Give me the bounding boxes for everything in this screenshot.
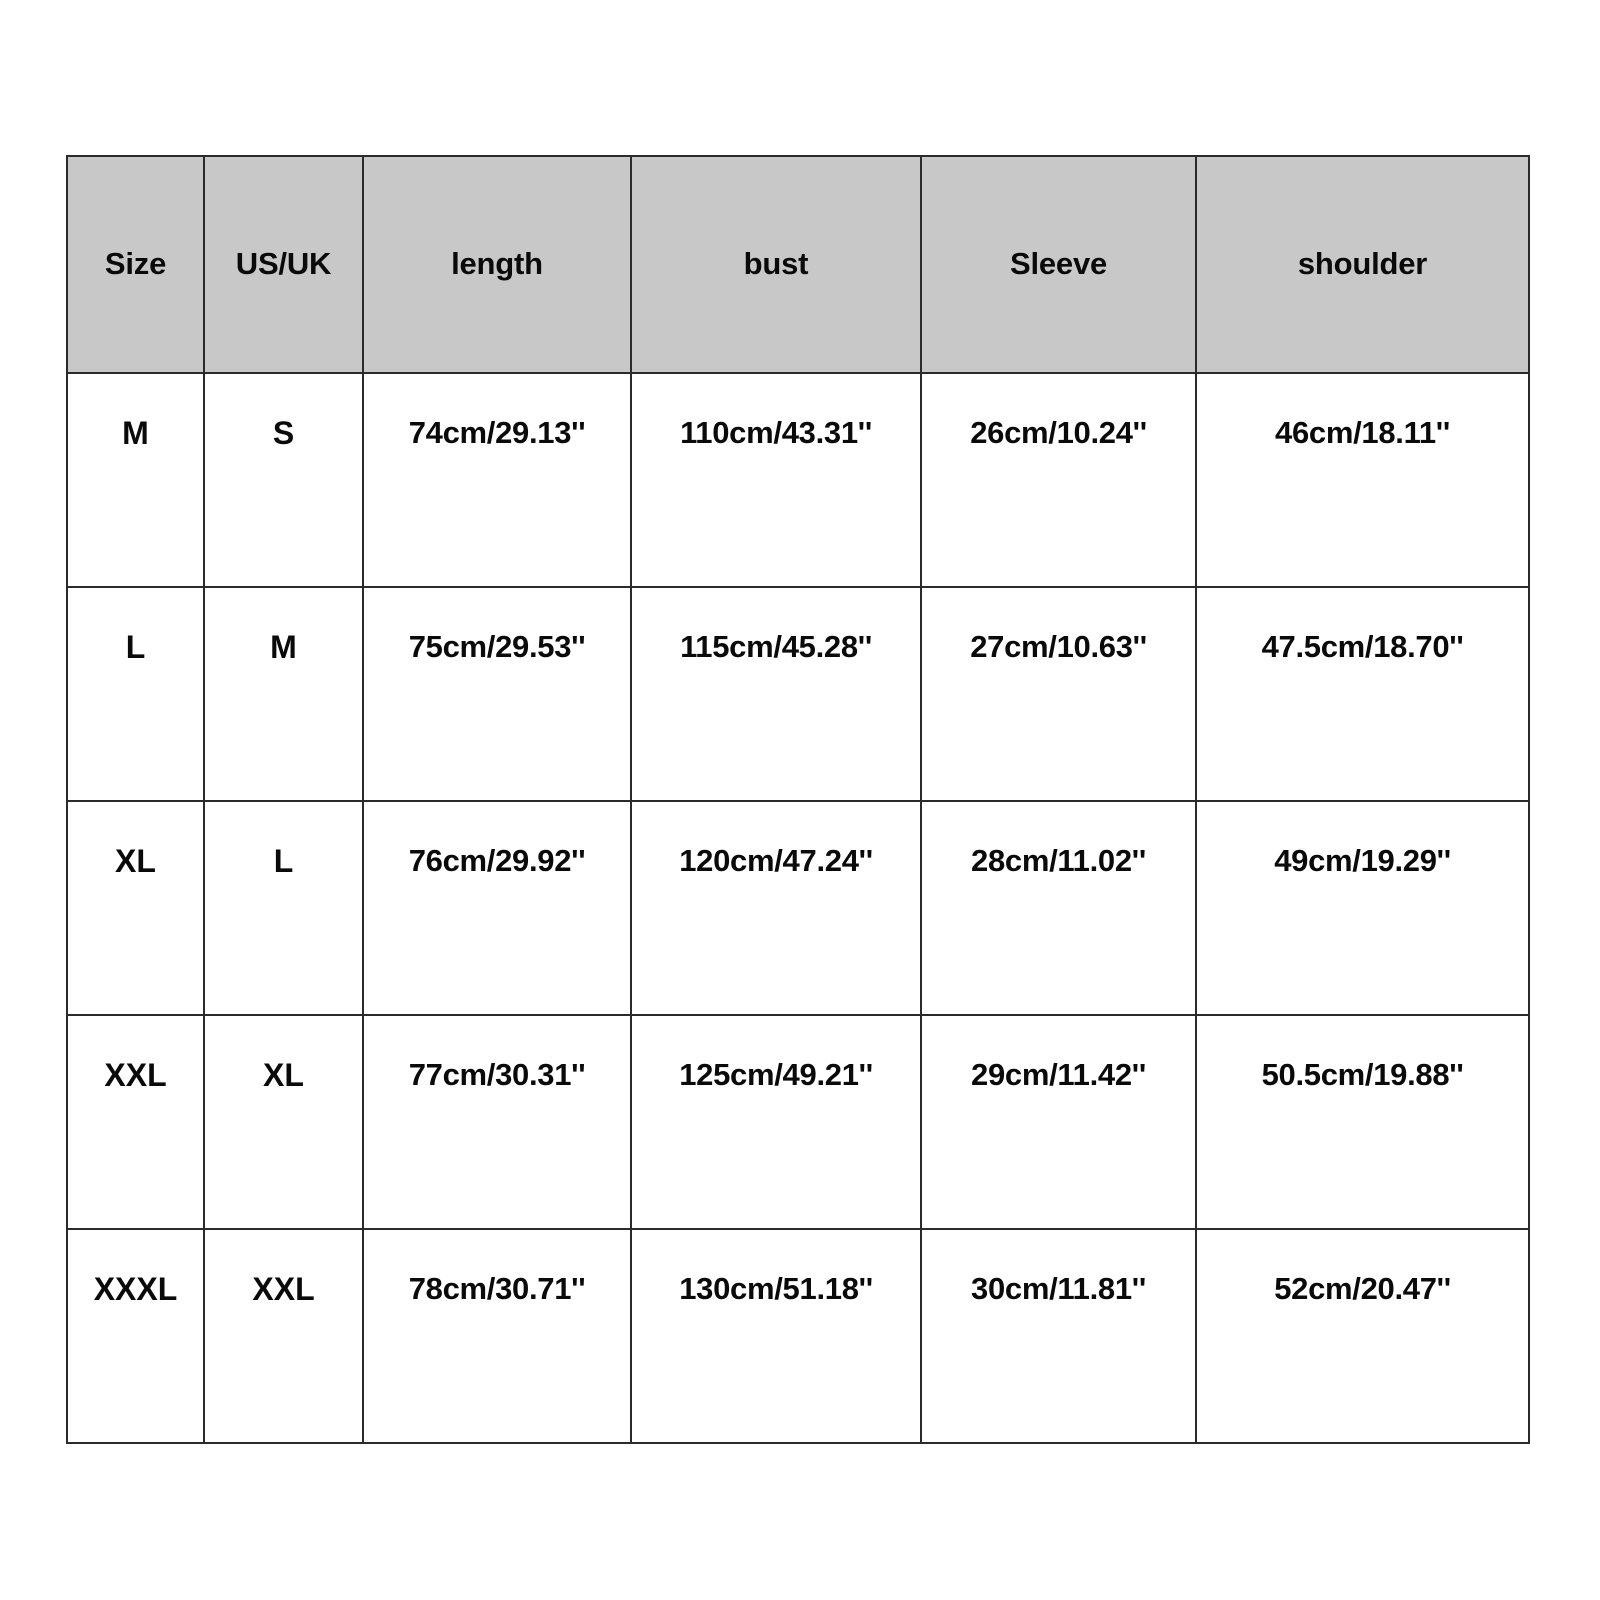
cell-us-uk-value: XL bbox=[263, 1056, 304, 1093]
column-header-size: Size bbox=[66, 155, 205, 374]
cell-size: XXXL bbox=[66, 1228, 205, 1444]
cell-length: 78cm/30.71'' bbox=[362, 1228, 632, 1444]
cell-us-uk-value: M bbox=[270, 628, 297, 665]
table-row: XXXL XXL 78cm/30.71'' 130cm/51.18'' 30cm… bbox=[66, 1228, 1530, 1444]
column-header-us-uk: US/UK bbox=[203, 155, 364, 374]
cell-size-value: L bbox=[125, 628, 146, 665]
header-row: Size US/UK length bust Sleeve shoulder bbox=[66, 155, 1530, 374]
table-row: XL L 76cm/29.92'' 120cm/47.24'' 28cm/11.… bbox=[66, 800, 1530, 1016]
cell-length-value: 78cm/30.71'' bbox=[408, 1271, 586, 1306]
cell-us-uk: XXL bbox=[203, 1228, 364, 1444]
cell-sleeve: 26cm/10.24'' bbox=[920, 372, 1197, 588]
column-header-sleeve-label: Sleeve bbox=[1009, 245, 1108, 281]
cell-shoulder-value: 47.5cm/18.70'' bbox=[1261, 629, 1464, 664]
cell-sleeve: 30cm/11.81'' bbox=[920, 1228, 1197, 1444]
table-row: L M 75cm/29.53'' 115cm/45.28'' 27cm/10.6… bbox=[66, 586, 1530, 802]
cell-us-uk-value: L bbox=[273, 842, 294, 879]
cell-length: 77cm/30.31'' bbox=[362, 1014, 632, 1230]
cell-sleeve: 27cm/10.63'' bbox=[920, 586, 1197, 802]
cell-us-uk: M bbox=[203, 586, 364, 802]
cell-sleeve: 28cm/11.02'' bbox=[920, 800, 1197, 1016]
column-header-sleeve: Sleeve bbox=[920, 155, 1197, 374]
cell-size-value: M bbox=[122, 414, 149, 451]
column-header-us-uk-label: US/UK bbox=[235, 245, 332, 281]
cell-bust: 120cm/47.24'' bbox=[630, 800, 922, 1016]
cell-sleeve: 29cm/11.42'' bbox=[920, 1014, 1197, 1230]
cell-bust: 125cm/49.21'' bbox=[630, 1014, 922, 1230]
cell-shoulder: 47.5cm/18.70'' bbox=[1195, 586, 1530, 802]
cell-bust-value: 130cm/51.18'' bbox=[679, 1271, 873, 1306]
cell-shoulder: 52cm/20.47'' bbox=[1195, 1228, 1530, 1444]
cell-size: L bbox=[66, 586, 205, 802]
cell-bust-value: 115cm/45.28'' bbox=[680, 629, 872, 664]
cell-shoulder: 50.5cm/19.88'' bbox=[1195, 1014, 1530, 1230]
cell-length: 76cm/29.92'' bbox=[362, 800, 632, 1016]
size-chart-page: Size US/UK length bust Sleeve shoulder M… bbox=[0, 0, 1600, 1600]
cell-length: 75cm/29.53'' bbox=[362, 586, 632, 802]
cell-size-value: XL bbox=[115, 842, 156, 879]
cell-size: M bbox=[66, 372, 205, 588]
cell-sleeve-value: 26cm/10.24'' bbox=[970, 415, 1147, 450]
cell-us-uk: S bbox=[203, 372, 364, 588]
cell-shoulder: 46cm/18.11'' bbox=[1195, 372, 1530, 588]
cell-length-value: 77cm/30.31'' bbox=[408, 1057, 586, 1092]
cell-us-uk-value: S bbox=[272, 414, 295, 451]
cell-bust-value: 110cm/43.31'' bbox=[680, 415, 872, 450]
cell-size: XL bbox=[66, 800, 205, 1016]
table-body: M S 74cm/29.13'' 110cm/43.31'' 26cm/10.2… bbox=[66, 372, 1530, 1444]
cell-sleeve-value: 29cm/11.42'' bbox=[971, 1057, 1146, 1092]
cell-bust: 115cm/45.28'' bbox=[630, 586, 922, 802]
cell-shoulder-value: 46cm/18.11'' bbox=[1275, 415, 1450, 450]
size-chart-table: Size US/UK length bust Sleeve shoulder M… bbox=[66, 155, 1530, 1444]
cell-shoulder-value: 52cm/20.47'' bbox=[1274, 1271, 1451, 1306]
cell-length: 74cm/29.13'' bbox=[362, 372, 632, 588]
cell-shoulder-value: 50.5cm/19.88'' bbox=[1261, 1057, 1464, 1092]
cell-sleeve-value: 27cm/10.63'' bbox=[970, 629, 1147, 664]
cell-bust-value: 120cm/47.24'' bbox=[679, 843, 873, 878]
cell-size-value: XXL bbox=[104, 1056, 167, 1093]
cell-sleeve-value: 28cm/11.02'' bbox=[971, 843, 1146, 878]
column-header-length-label: length bbox=[451, 245, 543, 281]
cell-sleeve-value: 30cm/11.81'' bbox=[971, 1271, 1146, 1306]
table-header: Size US/UK length bust Sleeve shoulder bbox=[66, 155, 1530, 374]
column-header-size-label: Size bbox=[104, 245, 167, 281]
cell-shoulder-value: 49cm/19.29'' bbox=[1274, 843, 1451, 878]
cell-length-value: 75cm/29.53'' bbox=[408, 629, 586, 664]
column-header-bust: bust bbox=[630, 155, 922, 374]
column-header-shoulder-label: shoulder bbox=[1297, 245, 1428, 281]
cell-size: XXL bbox=[66, 1014, 205, 1230]
cell-bust: 130cm/51.18'' bbox=[630, 1228, 922, 1444]
cell-bust-value: 125cm/49.21'' bbox=[679, 1057, 873, 1092]
table-row: XXL XL 77cm/30.31'' 125cm/49.21'' 29cm/1… bbox=[66, 1014, 1530, 1230]
cell-us-uk-value: XXL bbox=[252, 1270, 315, 1307]
cell-length-value: 74cm/29.13'' bbox=[408, 415, 586, 450]
cell-length-value: 76cm/29.92'' bbox=[408, 843, 586, 878]
cell-size-value: XXXL bbox=[93, 1270, 178, 1307]
cell-bust: 110cm/43.31'' bbox=[630, 372, 922, 588]
column-header-bust-label: bust bbox=[743, 245, 809, 281]
column-header-shoulder: shoulder bbox=[1195, 155, 1530, 374]
column-header-length: length bbox=[362, 155, 632, 374]
cell-us-uk: XL bbox=[203, 1014, 364, 1230]
cell-us-uk: L bbox=[203, 800, 364, 1016]
table-row: M S 74cm/29.13'' 110cm/43.31'' 26cm/10.2… bbox=[66, 372, 1530, 588]
cell-shoulder: 49cm/19.29'' bbox=[1195, 800, 1530, 1016]
